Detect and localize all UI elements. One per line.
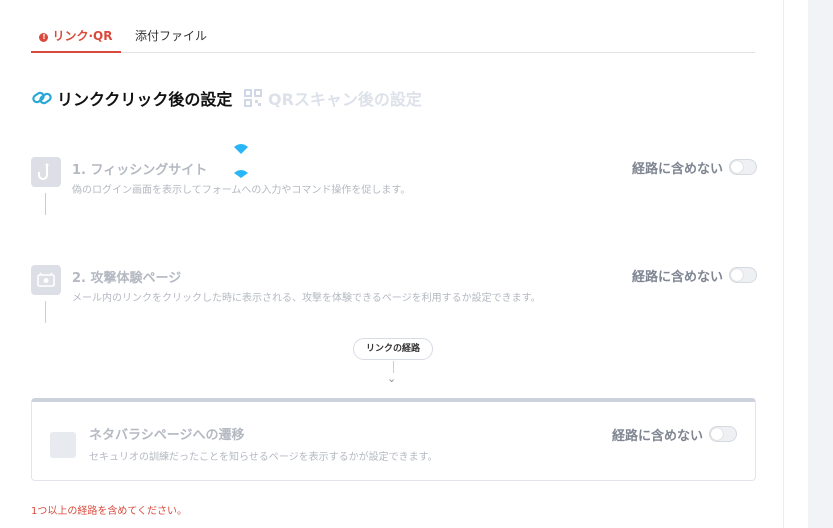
tab-link-qr-label: リンク·QR <box>52 29 113 43</box>
tab-attachment-label: 添付ファイル <box>135 29 208 43</box>
tab-attachment[interactable]: 添付ファイル <box>135 27 207 51</box>
exclude-toggle-group: 経路に含めない <box>612 424 737 444</box>
toggle-knob <box>711 428 723 440</box>
step-connector <box>45 193 46 215</box>
tab-link-qr[interactable]: ! リンク·QR <box>31 27 121 53</box>
mode-qr-scan[interactable]: QRスキャン後の設定 <box>244 86 422 110</box>
toggle-knob <box>731 269 743 281</box>
page-icon <box>50 432 76 458</box>
exclude-toggle-group: 経路に含めない <box>632 265 757 285</box>
step-title: 1. フィッシングサイト <box>72 163 208 178</box>
step-phishing-icon-box <box>31 157 61 187</box>
tab-bar: ! リンク·QR 添付ファイル <box>31 22 755 53</box>
alert-icon: ! <box>39 33 49 42</box>
exclude-toggle-label: 経路に含めない <box>611 428 703 444</box>
step-title: 2. 攻撃体験ページ <box>72 271 182 286</box>
mode-link-click-label: リンククリック後の設定 <box>57 90 233 109</box>
step-description: メール内のリンクをクリックした時に表示される、攻撃を体験できるページを利用するか… <box>72 293 541 304</box>
step-description: 偽のログイン画面を表示してフォームへの入力やコマンド操作を促します。 <box>72 185 411 196</box>
card-description: セキュリオの訓練だったことを知らせるページを表示するかが設定できます。 <box>89 452 438 463</box>
error-message: 1つ以上の経路を含めてください。 <box>31 506 188 517</box>
exclude-route-toggle[interactable] <box>709 426 737 442</box>
content-divider <box>783 0 784 528</box>
exclude-route-toggle[interactable] <box>729 267 757 283</box>
step-attack-experience: 2. 攻撃体験ページ メール内のリンクをクリックした時に表示される、攻撃を体験で… <box>31 265 757 327</box>
chevron-down-icon: ⌄ <box>387 372 397 385</box>
mode-qr-scan-label: QRスキャン後の設定 <box>268 90 422 109</box>
card-title: ネタバラシページへの遷移 <box>89 428 245 443</box>
mode-link-click[interactable]: リンククリック後の設定 <box>31 86 232 110</box>
link-icon <box>32 91 52 105</box>
right-side-panel <box>808 0 833 528</box>
exclude-route-toggle[interactable] <box>729 159 757 175</box>
exclude-toggle-label: 経路に含めない <box>631 161 723 177</box>
route-badge: リンクの経路 <box>353 338 433 360</box>
toggle-knob <box>731 161 743 173</box>
exclude-toggle-group: 経路に含めない <box>632 157 757 177</box>
reveal-page-card: ネタバラシページへの遷移 セキュリオの訓練だったことを知らせるページを表示するか… <box>31 398 756 481</box>
step-attack-icon-box <box>31 265 61 295</box>
qr-code-icon <box>244 89 262 107</box>
hook-icon <box>38 163 49 180</box>
step-connector <box>45 301 46 323</box>
alert-screen-icon <box>37 272 55 287</box>
step-phishing-site: 1. フィッシングサイト 偽のログイン画面を表示してフォームへの入力やコマンド操… <box>31 157 757 219</box>
exclude-toggle-label: 経路に含めない <box>631 269 723 285</box>
signal-icon <box>234 144 248 154</box>
